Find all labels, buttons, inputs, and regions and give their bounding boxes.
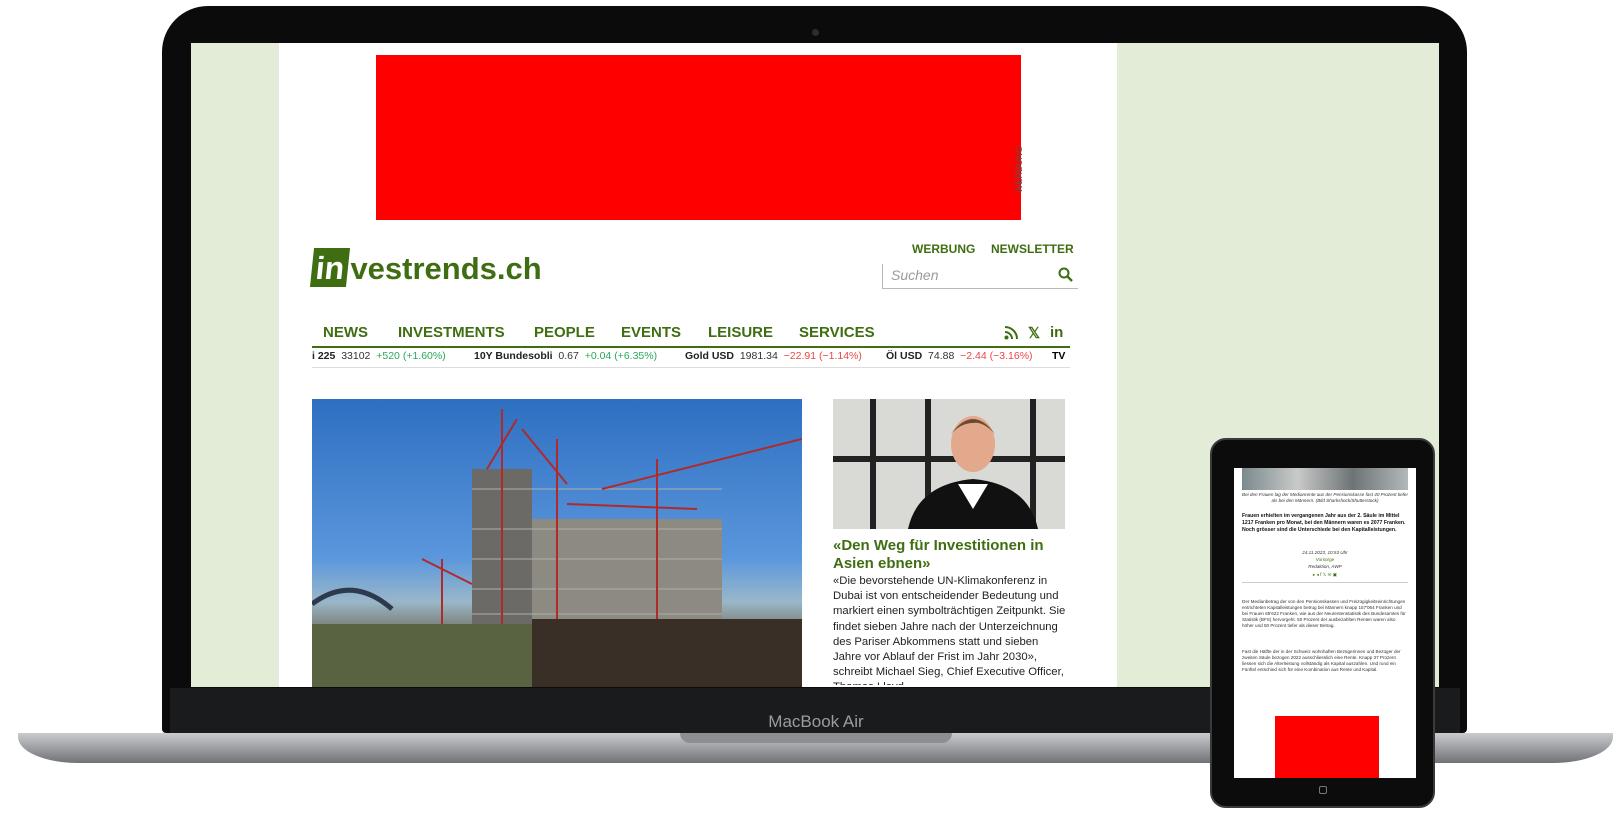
nav-news[interactable]: NEWS: [323, 324, 368, 341]
tablet-article-image[interactable]: [1242, 468, 1408, 490]
nav-investments[interactable]: INVESTMENTS: [398, 324, 505, 341]
top-link-werbung[interactable]: WERBUNG: [912, 242, 975, 256]
laptop-hinge: [680, 733, 952, 743]
tablet-section[interactable]: Vorsorge: [1242, 557, 1408, 563]
search-icon[interactable]: [1058, 267, 1073, 286]
ticker-item[interactable]: Öl USD 74.88 −2.44 (−3.16%): [886, 350, 1033, 362]
nav-people[interactable]: PEOPLE: [534, 324, 595, 341]
ticker-item[interactable]: Gold USD 1981.34 −22.91 (−1.14%): [685, 350, 862, 362]
website-page: WERBUNG in vestrends.ch WERBUNG NEWSLETTE…: [279, 43, 1117, 687]
ad-banner[interactable]: [376, 55, 1021, 220]
tablet-device: Bei den Frauen lag der Medianrente aus d…: [1210, 438, 1435, 808]
nav-leisure[interactable]: LEISURE: [708, 324, 773, 341]
tablet-lead: Frauen erhielten im vergangenen Jahr aus…: [1242, 513, 1406, 533]
ticker-item[interactable]: 10Y Bundesobli 0.67 +0.04 (+6.35%): [474, 350, 657, 362]
hero-image[interactable]: [312, 399, 802, 687]
rss-icon[interactable]: [1004, 326, 1018, 344]
logo-box: in: [309, 248, 351, 287]
logo-text: vestrends.ch: [350, 251, 542, 286]
tablet-screen: Bei den Frauen lag der Medianrente aus d…: [1234, 468, 1416, 778]
tablet-date: 24.11.2023, 10:53 Uhr: [1302, 550, 1348, 555]
article-title[interactable]: «Den Weg für Investitionen in Asien ebne…: [833, 537, 1069, 573]
top-link-newsletter[interactable]: NEWSLETTER: [991, 242, 1074, 256]
tablet-share-icons[interactable]: ▸ ◂ f 𝕏 ✉ ▣: [1242, 572, 1408, 578]
tablet-body-1: Der Medianbetrag der von den Pensionskas…: [1242, 599, 1406, 628]
tablet-body-2: Fast die Hälfte der in der Schweiz wohnh…: [1242, 649, 1401, 672]
linkedin-icon[interactable]: in: [1050, 324, 1063, 341]
portrait-image[interactable]: [833, 399, 1065, 529]
camera-dot: [812, 29, 819, 36]
article-excerpt: «Die bevorstehende UN-Klimakonferenz in …: [833, 575, 1066, 685]
tablet-ad-banner[interactable]: [1275, 716, 1379, 778]
search-input[interactable]: Suchen: [891, 267, 938, 283]
market-ticker: i 225 33102 +520 (+1.60%) 10Y Bundesobli…: [312, 345, 1070, 368]
site-logo[interactable]: in vestrends.ch: [309, 248, 542, 287]
tablet-home-button[interactable]: [1319, 786, 1327, 794]
tablet-divider: [1242, 582, 1408, 583]
laptop-label: MacBook Air: [768, 712, 864, 731]
ticker-item[interactable]: i 225 33102 +520 (+1.60%): [312, 350, 446, 362]
ad-label: WERBUNG: [1014, 146, 1024, 193]
tablet-author: Redaktion, AWP: [1308, 564, 1342, 569]
nav-services[interactable]: SERVICES: [799, 324, 875, 341]
x-icon[interactable]: 𝕏: [1028, 324, 1040, 342]
tablet-caption: Bei den Frauen lag der Medianrente aus d…: [1242, 492, 1408, 503]
search-box[interactable]: Suchen: [882, 264, 1078, 289]
tradingview-logo[interactable]: TV: [1052, 350, 1065, 362]
nav-events[interactable]: EVENTS: [621, 324, 681, 341]
